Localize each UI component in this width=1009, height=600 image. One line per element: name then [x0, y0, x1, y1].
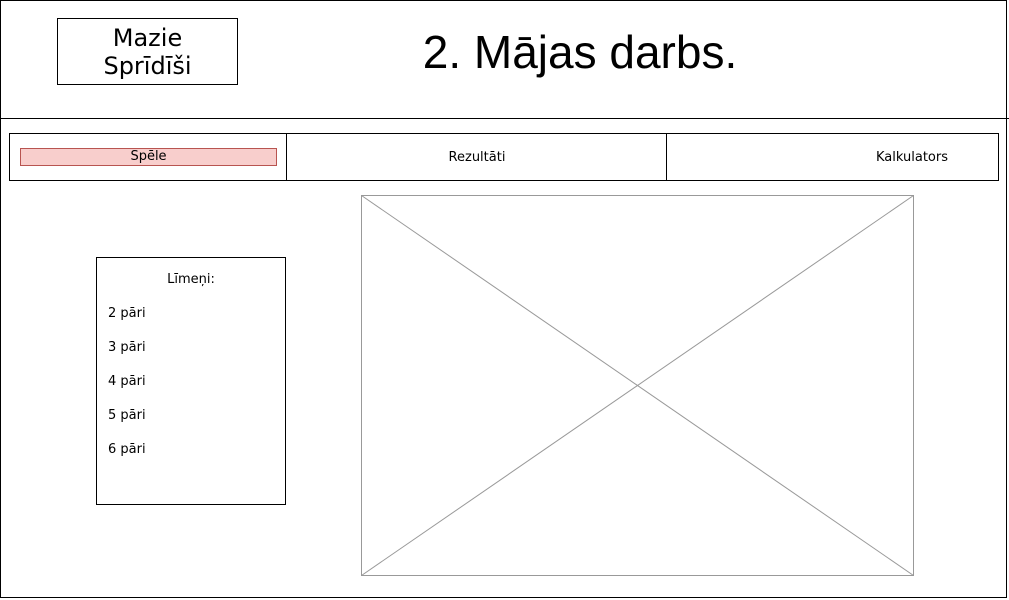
levels-panel: Līmeņi: 2 pāri 3 pāri 4 pāri 5 pāri 6 pā… [96, 257, 286, 505]
page-title: 2. Mājas darbs. [422, 26, 738, 78]
logo[interactable]: Mazie Sprīdīši [57, 18, 238, 85]
level-item-5[interactable]: 5 pāri [108, 408, 146, 423]
header-divider [0, 118, 1009, 119]
tab-kalkulators[interactable]: Kalkulators [876, 150, 948, 166]
level-item-3[interactable]: 3 pāri [108, 340, 146, 355]
tab-spele[interactable]: Spēle [20, 148, 277, 166]
tab-spele-label: Spēle [130, 149, 167, 164]
level-item-4[interactable]: 4 pāri [108, 374, 146, 389]
tab-kalkulators-label: Kalkulators [876, 150, 948, 165]
tab-rezultati[interactable]: Rezultāti [287, 150, 667, 166]
level-item-6[interactable]: 6 pāri [108, 442, 146, 457]
logo-line-2: Sprīdīši [103, 51, 192, 80]
tab-rezultati-label: Rezultāti [448, 150, 506, 165]
level-item-2[interactable]: 2 pāri [108, 306, 146, 321]
logo-line-1: Mazie [112, 23, 183, 52]
image-placeholder-icon [361, 195, 914, 576]
nav-divider [666, 134, 667, 180]
nav-bar: Spēle Rezultāti Kalkulators [9, 133, 999, 181]
levels-title: Līmeņi: [167, 272, 215, 287]
